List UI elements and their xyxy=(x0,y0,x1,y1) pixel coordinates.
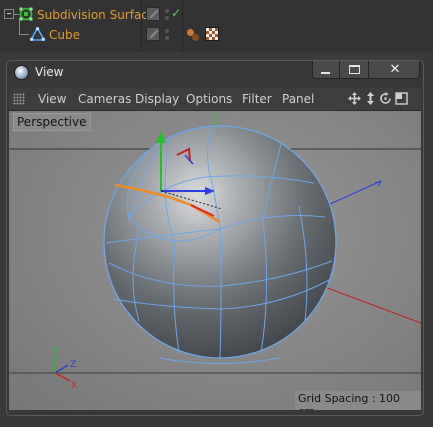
tree-connector xyxy=(19,18,20,34)
visibility-dots-icon[interactable] xyxy=(164,28,170,42)
maximize-icon xyxy=(349,65,360,74)
menu-filter[interactable]: Filter xyxy=(242,92,272,106)
checker-texture-tag-icon[interactable] xyxy=(205,27,219,41)
viewport-menubar: View Cameras Display Options Filter Pane… xyxy=(9,88,421,110)
material-tag-icon[interactable] xyxy=(186,27,200,41)
camera-label[interactable]: Perspective xyxy=(13,113,91,131)
toggle-view-icon[interactable] xyxy=(395,92,408,105)
grid-spacing-label: Grid Spacing : 100 cm xyxy=(295,391,421,410)
minimize-button[interactable] xyxy=(313,61,340,78)
menu-panel[interactable]: Panel xyxy=(282,92,314,106)
layer-flag-icon[interactable] xyxy=(146,7,160,21)
object-row-cube[interactable]: Cube xyxy=(0,18,433,46)
axis-label-z: Z xyxy=(70,360,76,370)
view-titlebar[interactable]: View ✕ xyxy=(7,61,423,85)
3d-viewport[interactable]: Y Z X Perspective Grid Spacing : 100 cm xyxy=(9,110,421,410)
visibility-dots-icon[interactable] xyxy=(164,8,170,22)
object-manager: Subdivision Surface ✓ Cube xyxy=(0,0,433,52)
object-name-subdivision-surface[interactable]: Subdivision Surface xyxy=(37,8,155,22)
viewport-scene[interactable]: Y Z X xyxy=(9,111,421,410)
manipulator-y-arrow[interactable] xyxy=(156,131,166,143)
layer-flag-icon[interactable] xyxy=(146,27,160,41)
cube-object-icon xyxy=(30,27,45,41)
menu-display[interactable]: Display xyxy=(135,92,179,106)
axis-label-y: Y xyxy=(51,346,58,356)
window-title: View xyxy=(35,65,64,79)
axis-triad: Y Z X xyxy=(51,346,77,391)
move-view-icon[interactable] xyxy=(348,92,361,105)
close-icon: ✕ xyxy=(389,62,401,77)
close-button[interactable]: ✕ xyxy=(369,61,419,78)
enabled-check-icon[interactable]: ✓ xyxy=(171,6,181,20)
axis-label-x: X xyxy=(71,381,77,391)
menu-view[interactable]: View xyxy=(38,92,66,106)
cinema4d-app-icon xyxy=(14,65,29,80)
rotate-view-icon[interactable] xyxy=(379,92,392,105)
tree-connector xyxy=(19,34,29,35)
grip-handle-icon[interactable] xyxy=(13,93,25,105)
object-name-cube[interactable]: Cube xyxy=(49,28,80,42)
zoom-view-icon[interactable] xyxy=(364,92,377,105)
minimize-icon xyxy=(321,72,330,74)
object-row-subdivision-surface[interactable]: Subdivision Surface ✓ xyxy=(0,4,433,26)
window-controls: ✕ xyxy=(312,61,420,79)
menu-options[interactable]: Options xyxy=(186,92,232,106)
menu-cameras[interactable]: Cameras xyxy=(78,92,131,106)
world-x-axis-line xyxy=(313,282,421,324)
subdivision-surface-icon xyxy=(19,7,33,21)
view-window[interactable]: View ✕ View Cameras Display Options Filt… xyxy=(6,60,424,416)
maximize-button[interactable] xyxy=(340,61,369,78)
collapse-toggle-icon[interactable] xyxy=(4,9,14,19)
